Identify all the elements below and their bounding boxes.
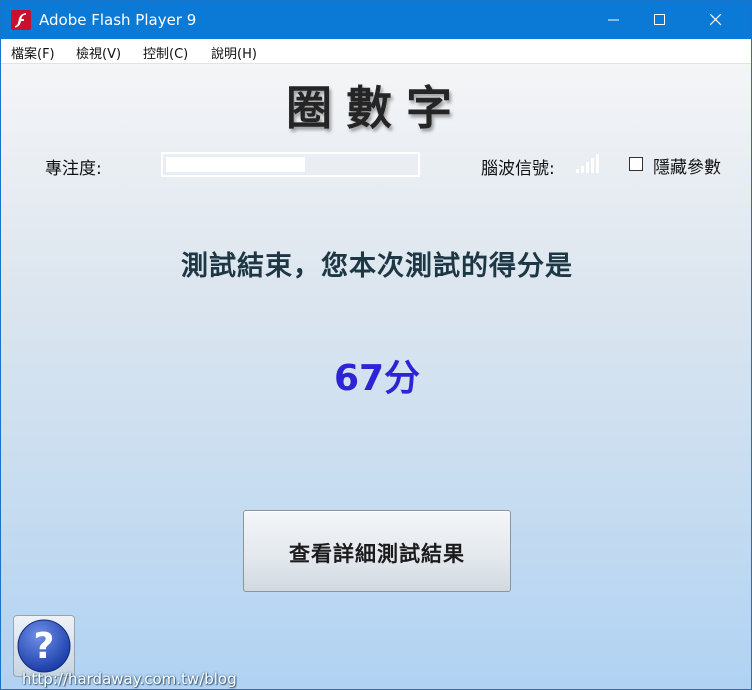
close-icon (710, 14, 722, 26)
flash-player-window: Adobe Flash Player 9 檔案(F) 檢視(V) 控制(C) 說… (0, 0, 752, 690)
minimize-button[interactable] (591, 1, 637, 39)
score-value: 67分 (333, 358, 421, 399)
focus-meter-fill (166, 157, 305, 172)
close-button[interactable] (693, 1, 739, 39)
window-title: Adobe Flash Player 9 (39, 11, 197, 29)
help-button[interactable]: ? (13, 615, 75, 677)
flash-icon (11, 10, 31, 30)
menu-view[interactable]: 檢視(V) (76, 43, 121, 62)
flash-content-area: 圈數字 專注度: 腦波信號: 隱藏參數 測試結束，您本次測試的得分是 67分 查… (1, 64, 751, 689)
menu-file[interactable]: 檔案(F) (11, 43, 55, 62)
view-details-label: 查看詳細測試結果 (289, 541, 465, 566)
question-mark-icon: ? (17, 619, 71, 673)
signal-bars-icon (576, 154, 599, 173)
menu-bar: 檔案(F) 檢視(V) 控制(C) 說明(H) (1, 39, 751, 64)
minimize-icon (608, 19, 619, 21)
hide-params-label[interactable]: 隱藏參數 (653, 153, 721, 178)
focus-label: 專注度: (45, 159, 102, 179)
title-bar[interactable]: Adobe Flash Player 9 (1, 1, 751, 39)
maximize-icon (654, 14, 665, 25)
hide-params-checkbox[interactable] (629, 157, 643, 171)
menu-help[interactable]: 說明(H) (211, 43, 257, 62)
result-message: 測試結束，您本次測試的得分是 (181, 251, 573, 282)
svg-text:?: ? (34, 626, 55, 667)
app-title: 圈數字 (286, 81, 466, 135)
maximize-button[interactable] (637, 1, 683, 39)
view-details-button[interactable]: 查看詳細測試結果 (243, 510, 511, 592)
signal-label: 腦波信號: (481, 159, 555, 179)
menu-control[interactable]: 控制(C) (143, 43, 188, 62)
watermark-text: http://hardaway.com.tw/blog (22, 670, 237, 688)
focus-meter (161, 152, 420, 177)
